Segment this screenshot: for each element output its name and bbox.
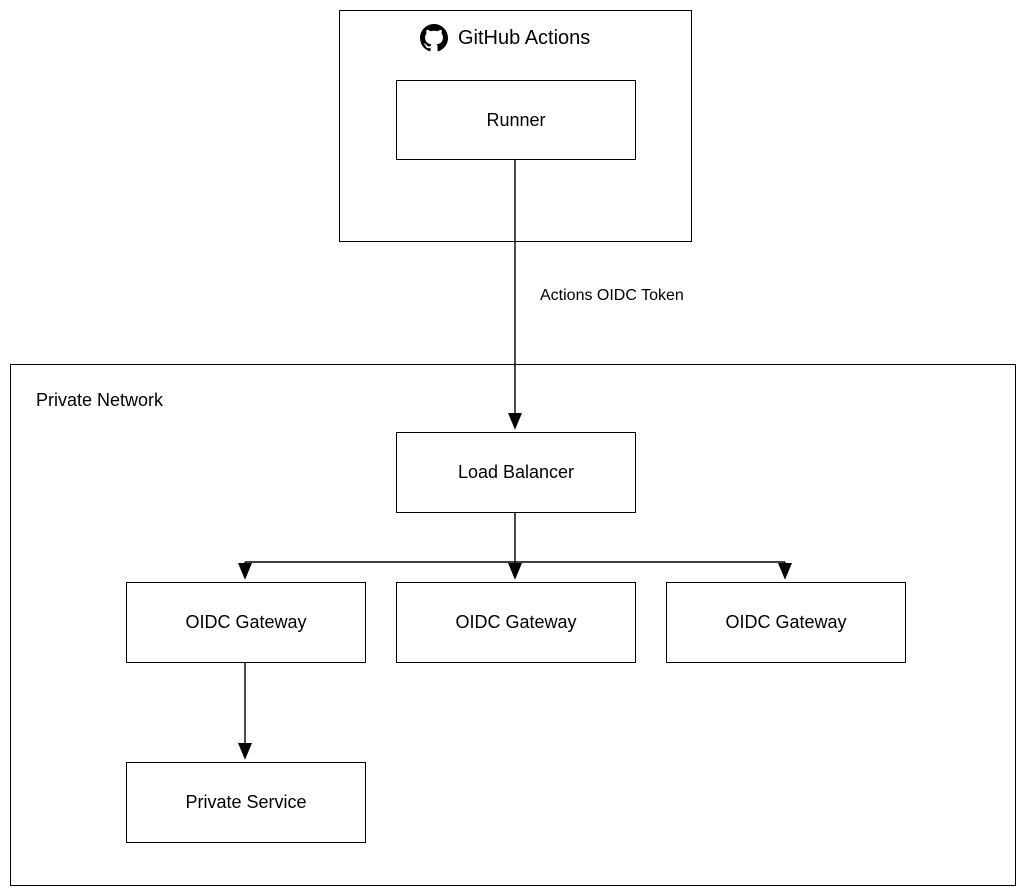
runner-box: Runner <box>396 80 636 160</box>
github-actions-title: GitHub Actions <box>458 27 590 50</box>
runner-label: Runner <box>486 110 545 131</box>
oidc-gateway-label: OIDC Gateway <box>455 612 576 633</box>
oidc-gateway-label: OIDC Gateway <box>185 612 306 633</box>
load-balancer-box: Load Balancer <box>396 432 636 513</box>
github-icon <box>420 24 448 52</box>
private-service-box: Private Service <box>126 762 366 843</box>
oidc-token-label: Actions OIDC Token <box>540 287 684 305</box>
oidc-gateway-box-3: OIDC Gateway <box>666 582 906 663</box>
oidc-gateway-box-2: OIDC Gateway <box>396 582 636 663</box>
private-network-title: Private Network <box>36 390 163 411</box>
load-balancer-label: Load Balancer <box>458 462 574 483</box>
oidc-gateway-label: OIDC Gateway <box>725 612 846 633</box>
oidc-gateway-box-1: OIDC Gateway <box>126 582 366 663</box>
private-service-label: Private Service <box>185 792 306 813</box>
github-actions-header: GitHub Actions <box>420 24 590 52</box>
